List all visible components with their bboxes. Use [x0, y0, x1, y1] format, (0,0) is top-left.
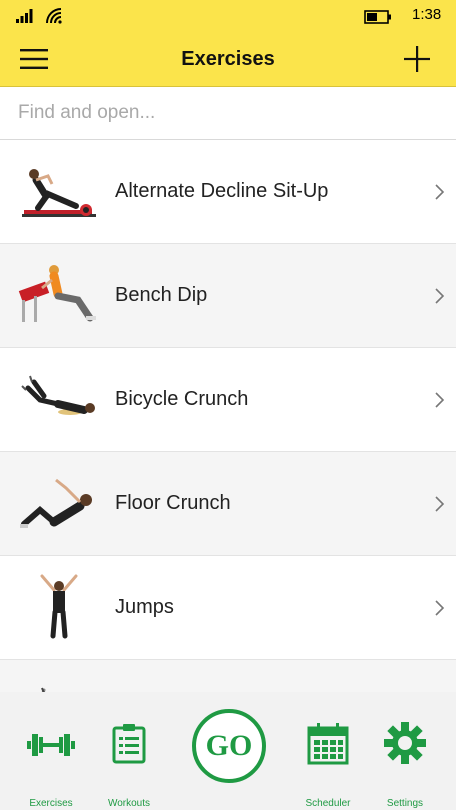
app-header: Exercises — [0, 32, 456, 87]
dumbbell-icon — [27, 734, 75, 756]
exercise-thumbnail — [21, 375, 95, 415]
status-bar: 1:38 — [0, 0, 456, 32]
tab-exercises[interactable]: Exercises — [16, 692, 86, 810]
exercise-name: Alternate Decline Sit-Up — [115, 180, 329, 202]
exercise-name: Floor Crunch — [115, 492, 231, 514]
page-title: Exercises — [181, 48, 275, 70]
hamburger-menu-icon[interactable] — [18, 45, 50, 73]
chevron-right-icon — [435, 288, 445, 304]
plus-icon[interactable] — [402, 44, 432, 74]
go-button[interactable]: GO — [191, 708, 267, 784]
status-time: 1:38 — [412, 6, 442, 23]
exercise-name: Bench Dip — [115, 284, 208, 306]
chevron-right-icon — [435, 184, 445, 200]
chevron-right-icon — [435, 600, 445, 616]
tab-label: Workouts — [107, 798, 151, 809]
signal-bars-icon — [16, 9, 33, 23]
chevron-right-icon — [435, 496, 445, 512]
list-item[interactable]: Floor Crunch — [0, 452, 456, 556]
list-item[interactable]: Jumps — [0, 556, 456, 660]
list-item[interactable]: Bicycle Crunch — [0, 348, 456, 452]
battery-icon — [364, 10, 391, 24]
exercise-name: Jumps — [115, 596, 174, 618]
gear-icon — [384, 722, 426, 764]
calendar-icon — [307, 723, 349, 765]
bottom-tab-bar: Exercises Workouts GO Scheduler Settings — [0, 692, 456, 810]
search-bar — [0, 87, 456, 140]
exercise-thumbnail — [20, 478, 92, 528]
go-button-label: GO — [205, 729, 253, 762]
tab-scheduler[interactable]: Scheduler — [293, 692, 363, 810]
list-item[interactable]: Bench Dip — [0, 244, 456, 348]
list-item[interactable]: Alternate Decline Sit-Up — [0, 140, 456, 244]
exercise-thumbnail — [22, 169, 96, 217]
exercise-list: Alternate Decline Sit-Up Bench Dip Bicyc… — [0, 140, 456, 764]
tab-label: Settings — [386, 798, 424, 809]
search-input[interactable] — [18, 87, 438, 139]
tab-settings[interactable]: Settings — [370, 692, 440, 810]
clipboard-icon — [112, 724, 146, 764]
tab-workouts[interactable]: Workouts — [94, 692, 164, 810]
exercise-thumbnail — [40, 574, 78, 639]
chevron-right-icon — [435, 392, 445, 408]
wifi-icon — [46, 8, 62, 24]
exercise-name: Bicycle Crunch — [115, 388, 249, 410]
exercise-thumbnail — [18, 265, 96, 322]
tab-label: Scheduler — [305, 798, 351, 809]
tab-label: Exercises — [29, 798, 73, 809]
